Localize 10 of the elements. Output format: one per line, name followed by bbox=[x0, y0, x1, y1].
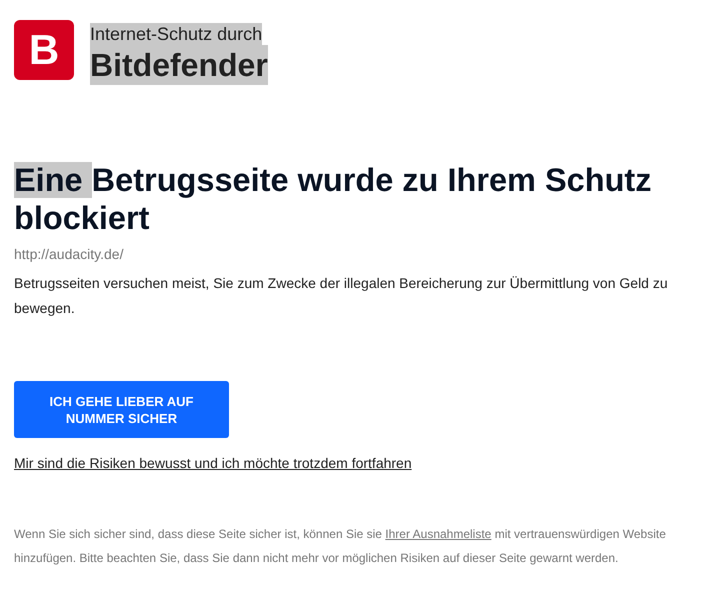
subtitle: Internet-Schutz durch bbox=[90, 23, 262, 45]
description: Betrugsseiten versuchen meist, Sie zum Zwecke der illegalen Bereicherung zur Übermittlung von Geld zu bewegen. bbox=[14, 274, 669, 318]
page-heading: Eine Betrugsseite wurde zu Ihrem Schutz blockiert bbox=[14, 161, 653, 237]
blocked-url: http://audacity.de/ bbox=[14, 245, 124, 263]
footer-note: Wenn Sie sich sicher sind, dass diese Seite sicher ist, können Sie sie Ihrer Ausnahmeliste mit vertrauenswürdigen Website hinzufügen. Bitte beachten Sie, dass Sie dann nicht mehr vor möglichen Risiken auf dieser Seite gewarnt werden. bbox=[14, 526, 667, 567]
logo: B bbox=[14, 20, 74, 80]
exception-list-link[interactable]: Ihrer Ausnahmeliste bbox=[385, 527, 492, 541]
brand-name: Bitdefender bbox=[90, 45, 268, 85]
safe-button[interactable]: ICH GEHE LIEBER AUF NUMMER SICHER bbox=[14, 381, 229, 438]
proceed-link[interactable]: Mir sind die Risiken bewusst und ich möchte trotzdem fortfahren bbox=[14, 455, 412, 471]
